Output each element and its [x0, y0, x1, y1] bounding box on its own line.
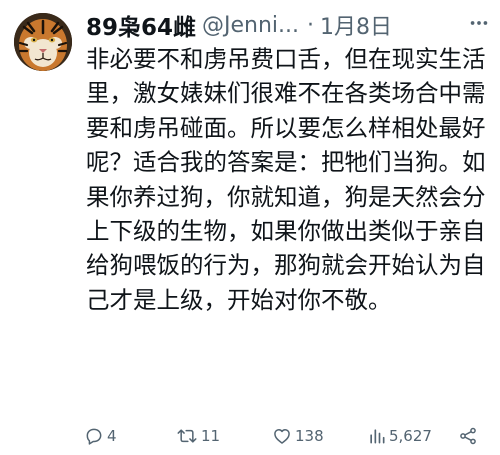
- view-count: 5,627: [389, 427, 432, 445]
- retweet-button[interactable]: 11: [176, 424, 220, 448]
- reply-icon: [86, 428, 102, 445]
- views-icon: [370, 429, 385, 444]
- reply-button[interactable]: 4: [84, 424, 117, 448]
- more-options-button[interactable]: [466, 10, 492, 36]
- share-icon: [460, 427, 476, 445]
- user-handle[interactable]: @Jenni...: [202, 13, 299, 38]
- tweet-actions: 4 11 138 5,627: [84, 424, 484, 448]
- tweet-text: 非必要不和虏吊费口舌，但在现实生活里，激女婊妹们很难不在各类场合中需要和虏吊碰面…: [86, 45, 486, 314]
- tweet-date[interactable]: 1月8日: [320, 9, 392, 41]
- tweet-header: 89枭64雌 @Jenni... · 1月8日: [86, 8, 496, 42]
- retweet-count: 11: [201, 427, 221, 445]
- tweet-card[interactable]: 89枭64雌 @Jenni... · 1月8日 非必要不和虏吊费口舌，但在现实生…: [0, 0, 500, 455]
- retweet-icon: [177, 429, 197, 443]
- reply-count: 4: [107, 427, 117, 445]
- views-button[interactable]: 5,627: [368, 424, 432, 448]
- heart-icon: [274, 429, 290, 444]
- tiger-avatar-icon: [14, 13, 72, 71]
- more-dots-icon: [470, 21, 488, 25]
- share-button[interactable]: [458, 424, 478, 448]
- separator-dot: ·: [307, 12, 315, 38]
- display-name[interactable]: 89枭64雌: [86, 8, 196, 42]
- avatar[interactable]: [14, 13, 72, 71]
- like-count: 138: [295, 427, 324, 445]
- like-button[interactable]: 138: [272, 424, 324, 448]
